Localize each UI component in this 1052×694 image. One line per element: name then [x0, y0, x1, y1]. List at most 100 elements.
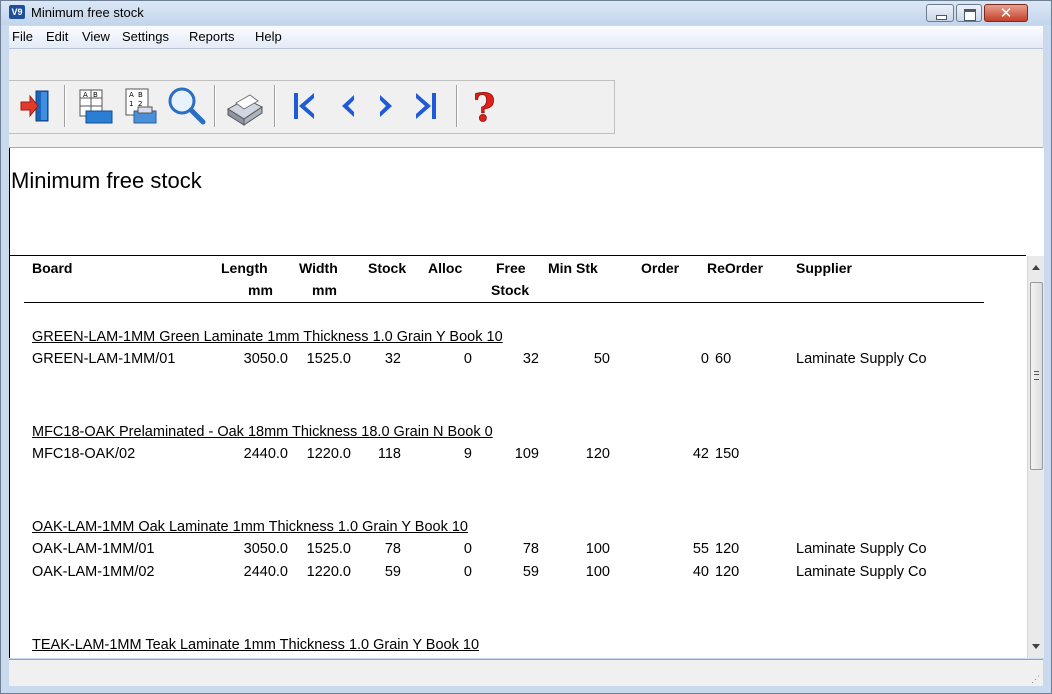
cell-board: OAK-LAM-1MM/01 — [32, 541, 155, 557]
exit-button[interactable] — [19, 81, 55, 131]
next-page-icon — [380, 95, 392, 117]
header-width-unit: mm — [312, 282, 337, 298]
cell-min-stk: 100 — [585, 564, 610, 580]
zoom-icon — [168, 87, 206, 125]
last-page-icon — [416, 93, 436, 119]
exit-icon — [20, 90, 49, 122]
cell-order: 42 — [692, 446, 709, 462]
cell-min-stk: 100 — [585, 541, 610, 557]
divider — [10, 255, 1026, 256]
header-reorder: ReOrder — [707, 260, 764, 276]
toolbar-separator — [274, 85, 276, 127]
svg-text:B: B — [93, 91, 98, 99]
close-icon: ✕ — [999, 4, 1013, 22]
print-icon — [227, 94, 263, 126]
header-alloc: Alloc — [428, 260, 463, 276]
cell-width: 1525.0 — [306, 541, 351, 557]
header-board: Board — [32, 260, 73, 276]
svg-text:A: A — [83, 91, 88, 99]
header-order: Order — [641, 260, 680, 276]
cell-free: 59 — [522, 564, 539, 580]
cell-min-stk: 50 — [593, 351, 610, 367]
cell-reorder: 120 — [715, 541, 740, 557]
cell-length: 3050.0 — [243, 541, 288, 557]
menu-reports[interactable]: Reports — [189, 29, 235, 44]
next-page-button[interactable] — [368, 81, 404, 131]
header-divider — [24, 302, 984, 303]
grip-icon — [1034, 371, 1039, 380]
cell-stock: 78 — [384, 541, 401, 557]
svg-text:1: 1 — [129, 100, 133, 108]
cell-length: 2440.0 — [243, 564, 288, 580]
toolbar: AB AB 12 ? — [9, 49, 1043, 148]
group-heading: OAK-LAM-1MM Oak Laminate 1mm Thickness 1… — [32, 519, 468, 535]
group-heading: TEAK-LAM-1MM Teak Laminate 1mm Thickness… — [32, 637, 480, 653]
toolbar-separator — [64, 85, 66, 127]
print-preview-button[interactable]: AB 12 — [118, 81, 162, 131]
minimize-button[interactable] — [926, 4, 954, 22]
app-icon: V9 — [9, 5, 25, 19]
report-area: Minimum free stock Board Length mm Width… — [9, 148, 1044, 658]
resize-grip-icon[interactable]: ⋰ — [1031, 674, 1041, 684]
cell-alloc: 0 — [463, 564, 472, 580]
header-stock: Stock — [368, 260, 407, 276]
scroll-down-icon[interactable] — [1032, 644, 1040, 649]
table-row: OAK-LAM-1MM/01 3050.0 1525.0 78 0 78 100… — [10, 541, 1010, 561]
cell-order: 0 — [700, 351, 709, 367]
menu-edit[interactable]: Edit — [46, 29, 68, 44]
toolstrip: AB AB 12 ? — [9, 80, 615, 134]
cell-stock: 59 — [384, 564, 401, 580]
menu-file[interactable]: File — [12, 29, 33, 44]
cell-supplier: Laminate Supply Co — [796, 351, 927, 367]
scroll-up-icon[interactable] — [1032, 265, 1040, 270]
cell-alloc: 0 — [463, 351, 472, 367]
previous-page-button[interactable] — [330, 81, 366, 131]
menu-bar: File Edit View Settings Reports Help — [9, 26, 1043, 49]
cell-free: 32 — [522, 351, 539, 367]
cell-alloc: 0 — [463, 541, 472, 557]
cell-board: OAK-LAM-1MM/02 — [32, 564, 155, 580]
toolbar-separator — [456, 85, 458, 127]
cell-stock: 32 — [384, 351, 401, 367]
menu-help[interactable]: Help — [255, 29, 282, 44]
report-layout-icon: AB — [79, 89, 113, 124]
cell-stock: 118 — [377, 446, 401, 462]
last-page-button[interactable] — [406, 81, 450, 131]
svg-text:A: A — [129, 91, 134, 99]
first-page-icon — [294, 93, 314, 119]
cell-length: 3050.0 — [243, 351, 288, 367]
maximize-button[interactable] — [956, 4, 982, 22]
header-length-unit: mm — [248, 282, 273, 298]
menu-settings[interactable]: Settings — [122, 29, 169, 44]
cell-free: 78 — [522, 541, 539, 557]
header-free-stock: Stock — [491, 282, 530, 298]
svg-text:B: B — [138, 91, 143, 99]
zoom-button[interactable] — [164, 81, 208, 131]
cell-width: 1220.0 — [306, 564, 351, 580]
cell-length: 2440.0 — [243, 446, 288, 462]
vertical-scrollbar[interactable] — [1027, 256, 1044, 658]
cell-supplier: Laminate Supply Co — [796, 564, 927, 580]
close-button[interactable]: ✕ — [984, 4, 1028, 22]
cell-supplier: Laminate Supply Co — [796, 541, 927, 557]
cell-width: 1525.0 — [306, 351, 351, 367]
cell-free: 109 — [514, 446, 539, 462]
toolbar-separator — [214, 85, 216, 127]
help-button[interactable]: ? — [464, 81, 504, 131]
cell-reorder: 120 — [715, 564, 740, 580]
title-bar[interactable]: V9 Minimum free stock ✕ — [1, 1, 1051, 25]
header-width: Width — [299, 260, 338, 276]
cell-reorder: 60 — [715, 351, 732, 367]
cell-width: 1220.0 — [306, 446, 351, 462]
header-free: Free — [496, 260, 526, 276]
table-row: OAK-LAM-1MM/02 2440.0 1220.0 59 0 59 100… — [10, 564, 1010, 584]
scroll-thumb[interactable] — [1030, 282, 1043, 470]
svg-text:?: ? — [473, 85, 495, 130]
group-heading: MFC18-OAK Prelaminated - Oak 18mm Thickn… — [32, 424, 493, 440]
first-page-button[interactable] — [282, 81, 326, 131]
print-button[interactable] — [222, 81, 266, 131]
cell-order: 40 — [692, 564, 709, 580]
report-layout-button[interactable]: AB — [72, 81, 116, 131]
menu-view[interactable]: View — [82, 29, 110, 44]
report-title: Minimum free stock — [11, 168, 202, 193]
